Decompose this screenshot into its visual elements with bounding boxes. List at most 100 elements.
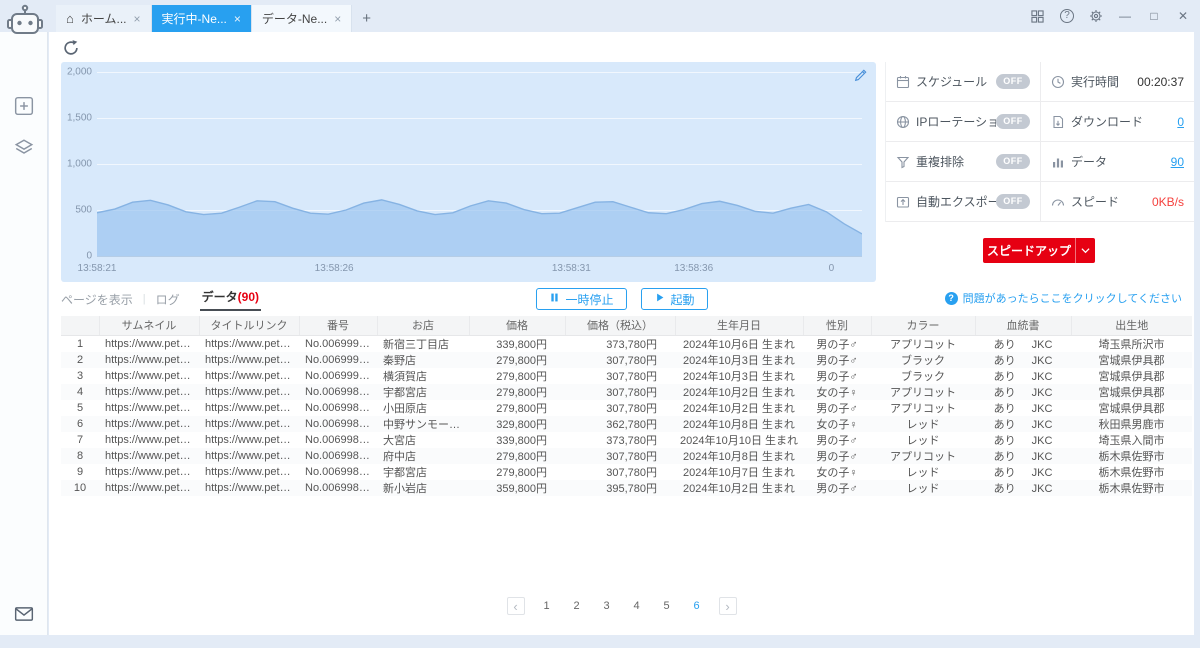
close-icon[interactable]: × xyxy=(234,13,241,25)
page-number-6[interactable]: 6 xyxy=(689,600,705,612)
ip-rotation-setting[interactable]: IPローテーション OFF xyxy=(886,102,1041,141)
schedule-toggle[interactable]: OFF xyxy=(996,74,1030,89)
row-index-cell: 10 xyxy=(73,481,87,494)
table-cell[interactable]: https://www.pet-coo.com/... xyxy=(199,368,299,384)
table-row[interactable]: 1 https://www.pet-coo.com/...https://www.… xyxy=(61,335,1192,352)
table-cell: あり JKC xyxy=(993,354,1053,367)
tab-running-task[interactable]: 実行中-Ne... × xyxy=(151,5,252,32)
table-cell[interactable]: https://www.pet-coo.com/... xyxy=(199,480,299,496)
table-cell[interactable]: https://www.pet-coo.com/... xyxy=(99,335,199,352)
settings-gear-icon[interactable] xyxy=(1089,9,1103,23)
app-logo-robot-icon[interactable] xyxy=(5,2,45,42)
tab-log[interactable]: ログ xyxy=(156,291,180,308)
table-cell[interactable]: https://www.pet-coo.com/... xyxy=(99,464,199,480)
table-row[interactable]: 8 https://www.pet-coo.com/...https://www.… xyxy=(61,447,1192,464)
table-row[interactable]: 4 https://www.pet-coo.com/...https://www.… xyxy=(61,383,1192,400)
task-layers-icon[interactable] xyxy=(14,138,34,163)
table-cell: 279,800円 xyxy=(496,370,547,383)
close-icon[interactable]: × xyxy=(334,13,341,25)
table-cell: 2024年10月2日 生まれ xyxy=(683,386,795,399)
tab-data[interactable]: データ(90) xyxy=(199,288,261,311)
table-cell: 279,800円 xyxy=(496,402,547,415)
next-page-icon[interactable]: › xyxy=(718,597,737,615)
start-button[interactable]: 起動 xyxy=(640,288,708,310)
row-index-cell: 4 xyxy=(76,385,84,398)
speed-up-button[interactable]: スピードアップ xyxy=(983,238,1095,263)
table-row[interactable]: 9 https://www.pet-coo.com/...https://www.… xyxy=(61,464,1192,480)
edit-pencil-icon[interactable] xyxy=(854,69,867,87)
table-cell[interactable]: https://www.pet-coo.com/... xyxy=(199,400,299,416)
table-cell[interactable]: https://www.pet-coo.com/... xyxy=(99,432,199,448)
table-cell[interactable]: https://www.pet-coo.com/... xyxy=(99,448,199,464)
table-row[interactable]: 5 https://www.pet-coo.com/...https://www.… xyxy=(61,400,1192,416)
table-cell[interactable]: https://www.pet-coo.com/... xyxy=(199,448,299,464)
download-value[interactable]: 0 xyxy=(1177,115,1184,129)
tab-data-text: データ xyxy=(201,289,238,304)
table-cell[interactable]: https://www.pet-coo.com/... xyxy=(199,384,299,400)
tab-show-page[interactable]: ページを表示 xyxy=(61,291,133,308)
table-cell[interactable]: https://www.pet-coo.com/... xyxy=(99,416,199,432)
pause-button[interactable]: 一時停止 xyxy=(535,288,627,310)
apps-grid-icon[interactable] xyxy=(1031,9,1045,23)
auto-export-setting[interactable]: 自動エクスポート OFF xyxy=(886,182,1041,221)
trouble-help-link[interactable]: ? 問題があったらここをクリックしてください xyxy=(944,290,1182,306)
table-cell[interactable]: https://www.pet-coo.com/... xyxy=(199,464,299,480)
new-tab-button[interactable]: + xyxy=(352,5,381,32)
table-cell[interactable]: https://www.pet-coo.com/... xyxy=(99,400,199,416)
table-cell: 男の子♂ xyxy=(816,434,858,447)
export-icon xyxy=(896,195,910,209)
page-number-1[interactable]: 1 xyxy=(539,600,555,612)
page-number-2[interactable]: 2 xyxy=(569,600,585,612)
table-row[interactable]: 7 https://www.pet-coo.com/...https://www.… xyxy=(61,432,1192,448)
table-cell[interactable]: https://www.pet-coo.com/... xyxy=(199,335,299,352)
table-cell: 男の子♂ xyxy=(816,354,858,367)
help-icon[interactable]: ? xyxy=(1060,9,1074,23)
tab-home[interactable]: ⌂ ホーム... × xyxy=(56,5,152,32)
table-cell: 宮城県伊具郡 xyxy=(1098,386,1165,399)
speed-value: 0KB/s xyxy=(1151,194,1184,209)
dedup-setting[interactable]: 重複排除 OFF xyxy=(886,142,1041,181)
refresh-icon[interactable] xyxy=(62,39,80,57)
page-number-3[interactable]: 3 xyxy=(599,600,615,612)
tab-data-task[interactable]: データ-Ne... × xyxy=(251,5,353,32)
table-cell: あり JKC xyxy=(993,338,1053,351)
data-value[interactable]: 90 xyxy=(1171,155,1184,169)
table-cell: 女の子♀ xyxy=(816,418,858,431)
maximize-icon[interactable]: □ xyxy=(1147,10,1161,22)
table-cell: 埼玉県入間市 xyxy=(1098,434,1165,447)
table-cell[interactable]: https://www.pet-coo.com/... xyxy=(199,432,299,448)
table-cell[interactable]: https://www.pet-coo.com/... xyxy=(99,384,199,400)
page-number-4[interactable]: 4 xyxy=(629,600,645,612)
schedule-calendar-icon xyxy=(896,75,910,89)
close-icon[interactable]: × xyxy=(134,13,141,25)
prev-page-icon[interactable]: ‹ xyxy=(506,597,525,615)
table-cell[interactable]: https://www.pet-coo.com/... xyxy=(199,352,299,368)
auto-export-toggle[interactable]: OFF xyxy=(996,194,1030,209)
table-row[interactable]: 3 https://www.pet-coo.com/...https://www.… xyxy=(61,368,1192,384)
table-cell: 男の子♂ xyxy=(816,370,858,383)
table-row[interactable]: 2 https://www.pet-coo.com/...https://www.… xyxy=(61,351,1192,368)
table-cell[interactable]: https://www.pet-coo.com/... xyxy=(99,352,199,368)
dedup-toggle[interactable]: OFF xyxy=(996,154,1030,169)
start-label: 起動 xyxy=(670,292,695,307)
new-task-icon[interactable] xyxy=(14,96,34,121)
ip-rotation-toggle[interactable]: OFF xyxy=(996,114,1030,129)
sidebar xyxy=(0,32,48,635)
column-header: 生年月日 xyxy=(675,316,804,336)
table-cell[interactable]: https://www.pet-coo.com/... xyxy=(99,480,199,496)
window-close-icon[interactable]: ✕ xyxy=(1176,10,1190,22)
page-number-5[interactable]: 5 xyxy=(659,600,675,612)
table-cell[interactable]: https://www.pet-coo.com/... xyxy=(199,416,299,432)
runtime-value: 00:20:37 xyxy=(1137,74,1184,89)
row-index-header xyxy=(61,316,100,336)
table-cell[interactable]: https://www.pet-coo.com/... xyxy=(99,368,199,384)
table-row[interactable]: 10 https://www.pet-coo.com/...https://www… xyxy=(61,479,1192,496)
schedule-setting[interactable]: スケジュール OFF xyxy=(886,62,1041,101)
chevron-down-icon[interactable] xyxy=(1075,238,1095,263)
feedback-mail-icon[interactable] xyxy=(14,604,34,629)
table-cell: 宇都宮店 xyxy=(383,386,427,399)
tab-home-label: ホーム... xyxy=(80,12,127,26)
table-cell: 秦野店 xyxy=(383,354,416,367)
table-row[interactable]: 6 https://www.pet-coo.com/...https://www.… xyxy=(61,415,1192,432)
minimize-icon[interactable]: — xyxy=(1118,10,1132,22)
